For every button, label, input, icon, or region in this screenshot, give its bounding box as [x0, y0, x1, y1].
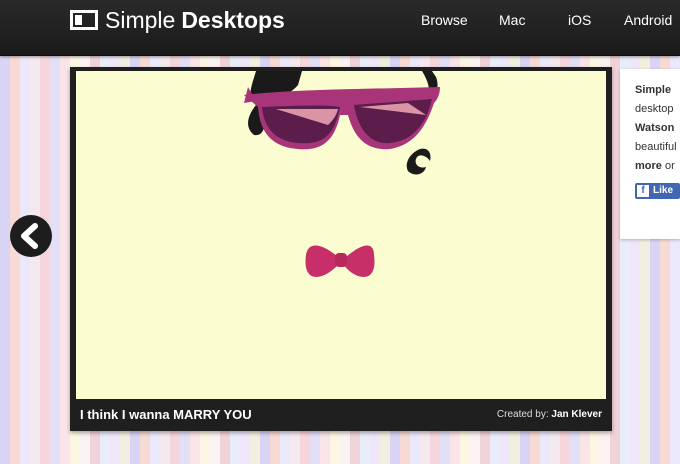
about-line-3[interactable]: Watson [635, 121, 674, 136]
wallpaper-credit: Created by: Jan Klever [497, 409, 602, 420]
credit-author[interactable]: Jan Klever [551, 409, 602, 420]
previous-wallpaper-button[interactable] [10, 215, 52, 257]
facebook-icon: f [637, 185, 649, 197]
desktop-icon [70, 10, 98, 30]
credit-prefix: Created by: [496, 409, 549, 420]
nav-android[interactable]: Android [624, 12, 672, 28]
wallpaper-title[interactable]: I think I wanna MARRY YOU [80, 407, 252, 422]
top-navigation-bar: Simple Desktops Browse Mac iOS Android [0, 0, 680, 56]
logo-text-light: Simple [105, 6, 176, 33]
nav-ios[interactable]: iOS [568, 12, 591, 28]
wallpaper-illustration [244, 71, 440, 277]
wallpaper-viewer: I think I wanna MARRY YOU Created by: Ja… [70, 67, 612, 431]
about-line-1: Simple [635, 84, 672, 96]
chevron-left-icon [21, 223, 38, 249]
wallpaper-image[interactable] [76, 71, 606, 399]
about-line-4: beautiful [635, 141, 677, 153]
more-link[interactable]: more [635, 160, 662, 172]
like-label: Like [653, 185, 674, 196]
nav-mac[interactable]: Mac [499, 12, 525, 28]
about-line-2: desktop [635, 103, 674, 115]
logo-text-bold: Desktops [181, 6, 285, 33]
about-line-5-rest: or [661, 160, 675, 172]
facebook-like-button[interactable]: f Like [635, 183, 680, 199]
wallpaper-caption: I think I wanna MARRY YOU Created by: Ja… [70, 399, 612, 431]
about-sidebar: Simple desktop Watson beautiful more or … [620, 69, 680, 239]
about-line-5: more or [635, 159, 675, 174]
site-logo[interactable]: Simple Desktops [70, 6, 285, 34]
nav-browse[interactable]: Browse [421, 12, 468, 28]
